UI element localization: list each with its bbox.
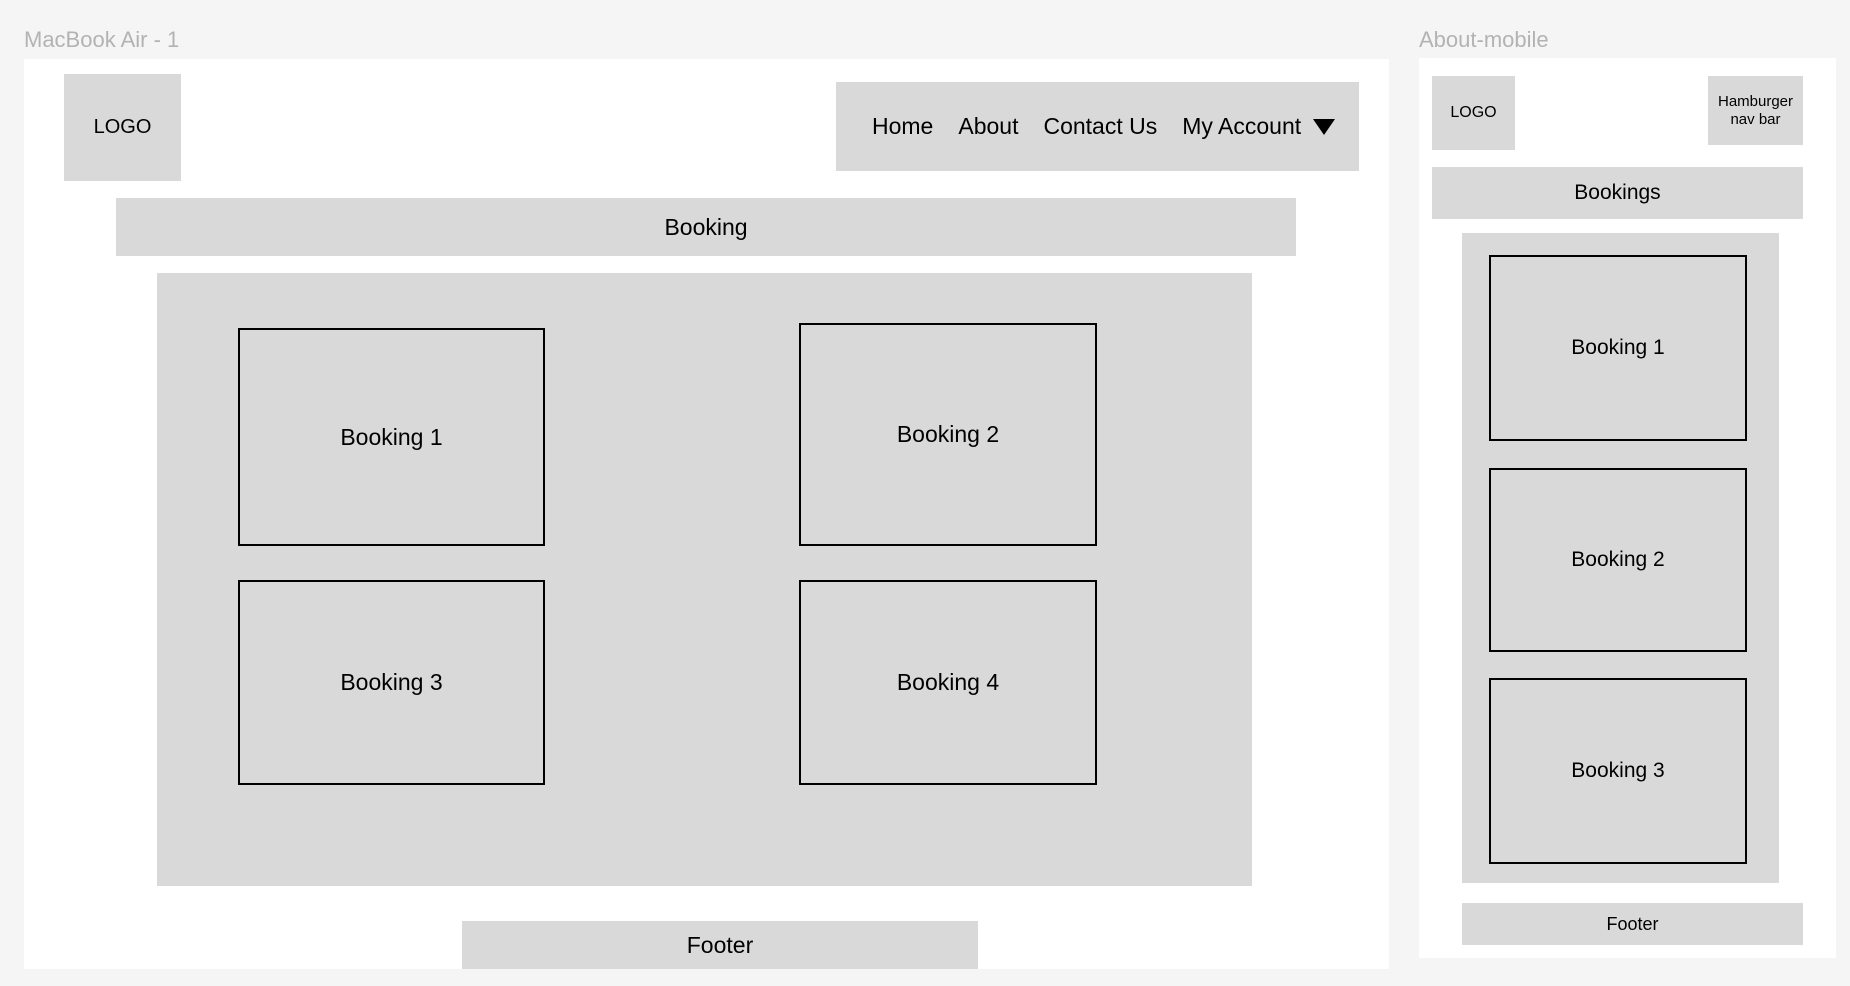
section-title: Booking (664, 213, 748, 240)
design-canvas: MacBook Air - 1 LOGO Home About Contact … (0, 0, 1850, 986)
booking-card-label: Booking 2 (896, 421, 1000, 447)
booking-section-header: Booking (116, 198, 1296, 256)
booking-card-2[interactable]: Booking 2 (799, 323, 1097, 546)
booking-card-1[interactable]: Booking 1 (238, 328, 545, 546)
nav-contact-us[interactable]: Contact Us (1043, 113, 1157, 140)
hamburger-menu-label: Hamburger nav bar (1717, 92, 1794, 128)
top-nav: Home About Contact Us My Account (836, 82, 1359, 171)
booking-card-4[interactable]: Booking 4 (799, 580, 1097, 785)
booking-card-label: Booking 4 (896, 669, 1000, 695)
nav-about[interactable]: About (958, 113, 1018, 140)
desktop-frame[interactable]: LOGO Home About Contact Us My Account Bo… (24, 59, 1389, 969)
mobile-logo[interactable]: LOGO (1432, 76, 1515, 150)
mobile-frame[interactable]: LOGO Hamburger nav bar Bookings Booking … (1419, 58, 1836, 958)
footer: Footer (462, 921, 978, 969)
mobile-booking-card-3[interactable]: Booking 3 (1489, 678, 1747, 864)
booking-card-3[interactable]: Booking 3 (238, 580, 545, 785)
booking-card-label: Booking 1 (340, 423, 443, 450)
logo-text: LOGO (93, 116, 152, 138)
nav-home[interactable]: Home (872, 113, 933, 140)
booking-card-label: Booking 3 (340, 669, 443, 695)
mobile-logo-text: LOGO (1450, 104, 1497, 121)
booking-card-label: Booking 1 (1571, 336, 1665, 359)
mobile-footer: Footer (1462, 903, 1803, 945)
hamburger-menu-button[interactable]: Hamburger nav bar (1708, 76, 1803, 145)
logo[interactable]: LOGO (64, 74, 181, 181)
footer-text: Footer (686, 931, 754, 958)
mobile-booking-card-1[interactable]: Booking 1 (1489, 255, 1747, 441)
caret-down-icon[interactable] (1313, 118, 1336, 135)
mobile-section-header: Bookings (1432, 167, 1803, 219)
mobile-footer-text: Footer (1606, 913, 1659, 934)
mobile-section-title: Bookings (1574, 181, 1661, 204)
booking-card-label: Booking 2 (1571, 548, 1665, 571)
mobile-frame-label[interactable]: About-mobile (1419, 27, 1549, 53)
nav-my-account-label: My Account (1182, 113, 1302, 139)
desktop-frame-label[interactable]: MacBook Air - 1 (24, 27, 179, 53)
mobile-booking-card-2[interactable]: Booking 2 (1489, 468, 1747, 652)
booking-card-label: Booking 3 (1571, 759, 1665, 782)
nav-my-account[interactable]: My Account (1182, 113, 1336, 140)
